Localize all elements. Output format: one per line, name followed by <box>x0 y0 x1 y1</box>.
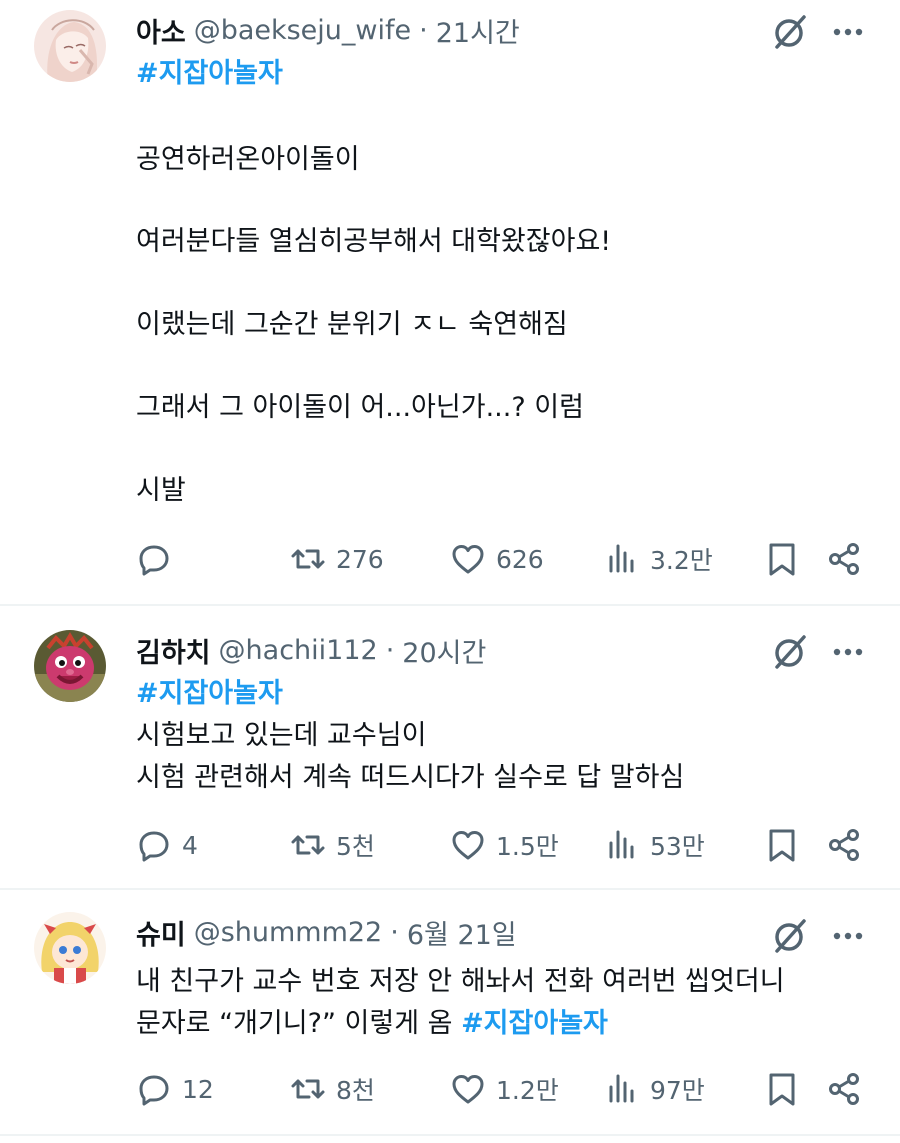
action-bar: 276 626 3.2만 <box>0 536 900 582</box>
retweet-icon <box>290 541 326 577</box>
tweet-text-line: 그래서 그 아이돌이 어...아닌가...? 이럼 <box>136 392 584 423</box>
hashtag-link[interactable]: #지잡아놀자 <box>136 58 283 89</box>
views-bar-chart-icon <box>604 827 640 863</box>
reply-count: 4 <box>182 830 198 860</box>
hashtag-link[interactable]: #지잡아놀자 <box>461 1008 608 1039</box>
retweet-count: 8천 <box>336 1076 375 1105</box>
reply-icon <box>136 541 172 577</box>
share-icon <box>826 541 862 577</box>
separator: · <box>419 14 428 46</box>
tweet-text-line: 시험보고 있는데 교수님이 <box>136 720 427 751</box>
like-button[interactable]: 626 <box>450 536 544 582</box>
tweet-text-line: 여러분다들 열심히공부해서 대학왔잖아요! <box>136 226 612 257</box>
hashtag-link[interactable]: #지잡아놀자 <box>136 678 283 709</box>
timestamp[interactable]: 21시간 <box>436 11 520 50</box>
separator: · <box>390 916 399 948</box>
views-button[interactable]: 53만 <box>604 822 705 868</box>
tweet-1[interactable]: 아소 @baekseju_wife · 21시간 #지잡아놀자 공연하러온아이돌… <box>0 0 900 604</box>
reply-icon <box>136 827 172 863</box>
bookmark-icon <box>764 1071 800 1107</box>
reply-button[interactable] <box>136 536 182 582</box>
display-name[interactable]: 슈미 <box>136 913 186 952</box>
bookmark-button[interactable] <box>764 822 800 868</box>
separator: · <box>385 634 395 666</box>
tweet-text-line: 시발 <box>136 475 186 506</box>
grok-icon[interactable] <box>770 12 810 52</box>
retweet-icon <box>290 827 326 863</box>
display-name[interactable]: 아소 <box>136 11 186 50</box>
views-count: 53만 <box>650 832 705 861</box>
views-bar-chart-icon <box>604 1071 640 1107</box>
more-options-icon[interactable] <box>828 12 868 52</box>
user-handle[interactable]: @hachii112 <box>219 635 378 666</box>
action-bar: 12 8천 1.2만 97만 <box>0 1066 900 1112</box>
retweet-count: 5천 <box>336 832 375 861</box>
retweet-count: 276 <box>336 544 384 574</box>
avatar[interactable] <box>34 630 106 702</box>
bookmark-icon <box>764 541 800 577</box>
retweet-button[interactable]: 8천 <box>290 1066 375 1112</box>
like-count: 1.5만 <box>496 832 559 861</box>
like-count: 1.2만 <box>496 1076 559 1105</box>
more-options-icon[interactable] <box>828 916 868 956</box>
reply-button[interactable]: 4 <box>136 822 198 868</box>
timestamp[interactable]: 6월 21일 <box>407 913 517 952</box>
views-count: 97만 <box>650 1076 705 1105</box>
tweet-header: 김하치 @hachii112 · 20시간 <box>136 630 486 670</box>
like-button[interactable]: 1.5만 <box>450 822 559 868</box>
tweet-divider <box>0 1134 900 1136</box>
action-bar: 4 5천 1.5만 53만 <box>0 822 900 868</box>
retweet-icon <box>290 1071 326 1107</box>
grok-icon[interactable] <box>770 916 810 956</box>
avatar[interactable] <box>34 10 106 82</box>
like-button[interactable]: 1.2만 <box>450 1066 559 1112</box>
user-handle[interactable]: @baekseju_wife <box>194 15 411 46</box>
avatar-illustration <box>34 912 106 984</box>
tweet-3[interactable]: 슈미 @shummm22 · 6월 21일 내 친구가 교수 번호 저장 안 해… <box>0 890 900 1134</box>
retweet-button[interactable]: 276 <box>290 536 384 582</box>
bookmark-icon <box>764 827 800 863</box>
user-handle[interactable]: @shummm22 <box>194 917 383 948</box>
more-options-icon[interactable] <box>828 632 868 672</box>
heart-icon <box>450 541 486 577</box>
share-icon <box>826 1071 862 1107</box>
share-button[interactable] <box>826 536 862 582</box>
tweet-text-line: 공연하러온아이돌이 <box>136 144 360 175</box>
display-name[interactable]: 김하치 <box>136 631 211 670</box>
reply-button[interactable]: 12 <box>136 1066 214 1112</box>
bookmark-button[interactable] <box>764 1066 800 1112</box>
tweet-header: 슈미 @shummm22 · 6월 21일 <box>136 912 517 952</box>
share-button[interactable] <box>826 822 862 868</box>
retweet-button[interactable]: 5천 <box>290 822 375 868</box>
tweet-text-line: 내 친구가 교수 번호 저장 안 해놔서 전화 여러번 씹엇더니 <box>136 966 785 997</box>
avatar[interactable] <box>34 912 106 984</box>
views-count: 3.2만 <box>650 546 713 575</box>
heart-icon <box>450 1071 486 1107</box>
avatar-illustration <box>34 630 106 702</box>
tweet-2[interactable]: 김하치 @hachii112 · 20시간 #지잡아놀자 시험보고 있는데 교수… <box>0 606 900 888</box>
tweet-text-line-with-hashtag: 문자로 “개기니?” 이렇게 옴 #지잡아놀자 <box>136 1004 608 1044</box>
reply-icon <box>136 1071 172 1107</box>
views-bar-chart-icon <box>604 541 640 577</box>
tweet-header: 아소 @baekseju_wife · 21시간 <box>136 10 520 50</box>
tweet-text-line: 시험 관련해서 계속 떠드시다가 실수로 답 말하심 <box>136 762 685 793</box>
bookmark-button[interactable] <box>764 536 800 582</box>
avatar-illustration <box>34 10 106 82</box>
reply-count: 12 <box>182 1074 214 1104</box>
views-button[interactable]: 3.2만 <box>604 536 713 582</box>
share-button[interactable] <box>826 1066 862 1112</box>
tweet-text-line: 이랬는데 그순간 분위기 ㅈㄴ 숙연해짐 <box>136 309 568 340</box>
share-icon <box>826 827 862 863</box>
heart-icon <box>450 827 486 863</box>
grok-icon[interactable] <box>770 632 810 672</box>
timestamp[interactable]: 20시간 <box>402 631 486 670</box>
tweet-text: 문자로 “개기니?” 이렇게 옴 <box>136 1008 453 1039</box>
like-count: 626 <box>496 544 544 574</box>
views-button[interactable]: 97만 <box>604 1066 705 1112</box>
